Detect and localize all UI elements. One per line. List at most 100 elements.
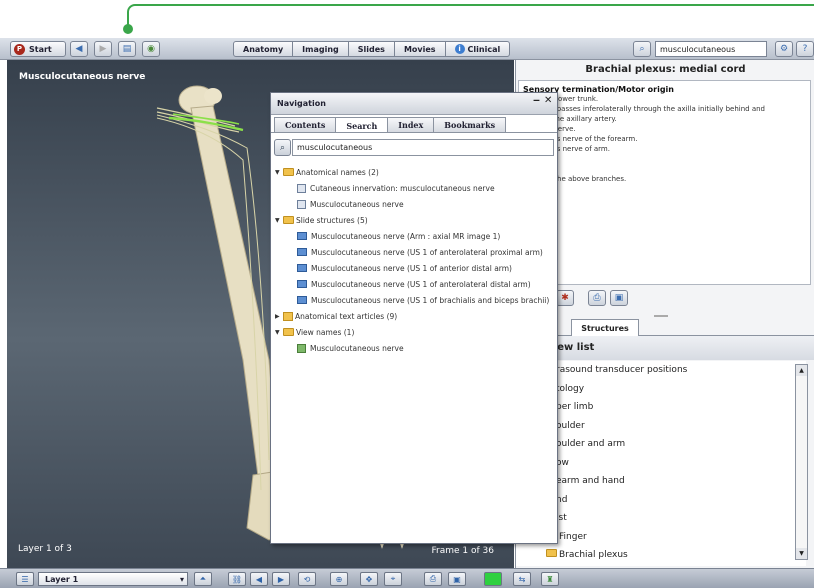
- right-pane: Brachial plexus: medial cord Sensory ter…: [515, 60, 814, 568]
- main-toolbar: P Start ◀ ▶ ▤ ◉ Anatomy Imaging Slides M…: [0, 38, 814, 60]
- tree-item[interactable]: Cutaneous innervation: musculocutaneous …: [275, 180, 553, 196]
- list-item[interactable]: oulder and arm: [516, 435, 806, 454]
- search-icon[interactable]: ⌕: [274, 139, 291, 156]
- link-icon[interactable]: ⛓: [228, 572, 246, 586]
- slide-icon: [297, 280, 307, 288]
- search-input[interactable]: [655, 41, 767, 57]
- print-icon[interactable]: ⎙: [424, 572, 442, 586]
- expand-icon[interactable]: ▼: [275, 329, 283, 336]
- tree-item[interactable]: Musculocutaneous nerve (Arm : axial MR i…: [275, 228, 553, 244]
- layer-select-value: Layer 1: [45, 574, 79, 584]
- list-item[interactable]: oulder: [516, 417, 806, 436]
- pan-icon[interactable]: ✥: [360, 572, 378, 586]
- frame-indicator: Frame 1 of 36: [431, 546, 494, 556]
- forward-arrow-icon[interactable]: ▶: [94, 41, 112, 57]
- figure-icon[interactable]: ♜: [541, 572, 559, 586]
- search-icon[interactable]: ⌕: [633, 41, 651, 57]
- minimize-icon[interactable]: ‒: [533, 95, 540, 106]
- tree-item-label: Musculocutaneous nerve (US 1 of anterola…: [311, 247, 543, 257]
- highlight-color-icon[interactable]: [484, 572, 502, 586]
- slide-icon: [297, 232, 307, 240]
- dialog-title: Navigation: [277, 99, 326, 108]
- tab-movies[interactable]: Movies: [393, 41, 446, 57]
- list-item[interactable]: Brachial plexus: [516, 546, 806, 565]
- tree-item-label: Musculocutaneous nerve (US 1 of anterior…: [311, 263, 512, 273]
- tree-item-label: Musculocutaneous nerve (Arm : axial MR i…: [311, 231, 501, 241]
- navigation-search-input[interactable]: [292, 139, 554, 156]
- list-item[interactable]: rasound transducer positions: [516, 361, 806, 380]
- tree-item-label: Musculocutaneous nerve: [310, 343, 404, 353]
- globe-icon[interactable]: ◉: [142, 41, 160, 57]
- layer-up-icon[interactable]: ⏶: [194, 572, 212, 586]
- save-icon[interactable]: ▣: [448, 572, 466, 586]
- start-button[interactable]: P Start: [10, 41, 66, 57]
- slide-icon: [297, 248, 307, 256]
- list-item[interactable]: ow: [516, 454, 806, 473]
- article-line: l cord passes inferolaterally through th…: [535, 105, 765, 113]
- list-item[interactable]: ist: [516, 509, 806, 528]
- view-list-heading: omy view list: [516, 336, 814, 360]
- back-arrow-icon[interactable]: ◀: [70, 41, 88, 57]
- help-icon[interactable]: ?: [796, 41, 814, 57]
- tree-group-view-names[interactable]: ▼ View names (1): [275, 324, 553, 340]
- scroll-up-icon[interactable]: ▲: [796, 365, 807, 376]
- tab-contents[interactable]: Contents: [274, 117, 337, 132]
- article-line: exus: lower trunk.: [535, 95, 599, 103]
- view-icon: [297, 343, 306, 353]
- article-line: al to the axillary artery.: [535, 115, 617, 123]
- rotate-right-icon[interactable]: ▶: [272, 572, 290, 586]
- tab-index[interactable]: Index: [387, 117, 435, 132]
- tree-item[interactable]: Musculocutaneous nerve (US 1 of anterola…: [275, 276, 553, 292]
- expand-icon[interactable]: ▼: [275, 169, 283, 176]
- zoom-in-icon[interactable]: ⊕: [330, 572, 348, 586]
- main-tabs: Anatomy Imaging Slides Movies i Clinical: [233, 41, 511, 57]
- tab-clinical[interactable]: i Clinical: [444, 41, 511, 57]
- search-results-tree: ▼ Anatomical names (2) Cutaneous innerva…: [275, 164, 553, 356]
- tree-item[interactable]: Musculocutaneous nerve (US 1 of brachial…: [275, 292, 553, 308]
- save-icon[interactable]: ▣: [610, 290, 628, 306]
- layers-icon[interactable]: ☰: [16, 572, 34, 586]
- tree-group-slide-structures[interactable]: ▼ Slide structures (5): [275, 212, 553, 228]
- start-label: Start: [29, 44, 52, 54]
- tree-item[interactable]: Musculocutaneous nerve (US 1 of anterola…: [275, 244, 553, 260]
- tree-item[interactable]: Musculocutaneous nerve (US 1 of anterior…: [275, 260, 553, 276]
- list-item[interactable]: nd: [516, 491, 806, 510]
- tab-bookmarks[interactable]: Bookmarks: [433, 117, 507, 132]
- select-icon[interactable]: ⌖: [384, 572, 402, 586]
- tab-structures[interactable]: Structures: [571, 319, 639, 336]
- tree-group-text-articles[interactable]: ▶ Anatomical text articles (9): [275, 308, 553, 324]
- tree-item[interactable]: Musculocutaneous nerve: [275, 196, 553, 212]
- layer-select[interactable]: Layer 1 ▾: [38, 572, 188, 586]
- swap-icon[interactable]: ⇆: [513, 572, 531, 586]
- close-icon[interactable]: ✕: [544, 95, 552, 106]
- tab-slides[interactable]: Slides: [347, 41, 395, 57]
- list-item[interactable]: per limb: [516, 398, 806, 417]
- reset-view-icon[interactable]: ⟲: [298, 572, 316, 586]
- list-item[interactable]: Finger: [516, 528, 806, 547]
- tab-anatomy[interactable]: Anatomy: [233, 41, 294, 57]
- bottom-toolbar: ☰ Layer 1 ▾ ⏶ ⛓ ◀ ▶ ⟲ ⊕ ✥ ⌖ ⎙ ▣ ⇆ ♜: [0, 568, 814, 588]
- list-item[interactable]: earm and hand: [516, 472, 806, 491]
- tree-item[interactable]: Musculocutaneous nerve: [275, 340, 553, 356]
- tree-group-anatomical-names[interactable]: ▼ Anatomical names (2): [275, 164, 553, 180]
- collapse-icon[interactable]: ▶: [275, 313, 283, 320]
- article-folder-icon: [283, 311, 293, 321]
- bookmark-icon[interactable]: ✱: [556, 290, 574, 306]
- settings-icon[interactable]: ⚙: [775, 41, 793, 57]
- list-item-label: Brachial plexus: [559, 550, 628, 560]
- rotate-left-icon[interactable]: ◀: [250, 572, 268, 586]
- folder-icon: [546, 549, 557, 557]
- article-title: Brachial plexus: medial cord: [585, 64, 746, 75]
- tab-imaging[interactable]: Imaging: [292, 41, 349, 57]
- view-list-scrollbar[interactable]: ▲ ▼: [795, 364, 808, 560]
- article-heading: Sensory termination/Motor origin: [523, 85, 674, 94]
- tab-search[interactable]: Search: [335, 117, 389, 133]
- expand-icon[interactable]: ▼: [275, 217, 283, 224]
- dialog-header[interactable]: Navigation ‒ ✕: [271, 93, 557, 115]
- print-icon[interactable]: ⎙: [588, 290, 606, 306]
- list-item[interactable]: tology: [516, 380, 806, 399]
- notes-icon[interactable]: ▤: [118, 41, 136, 57]
- scroll-down-icon[interactable]: ▼: [796, 548, 807, 559]
- folder-icon: [283, 168, 294, 176]
- article-text-box[interactable]: Sensory termination/Motor origin exus: l…: [518, 80, 811, 285]
